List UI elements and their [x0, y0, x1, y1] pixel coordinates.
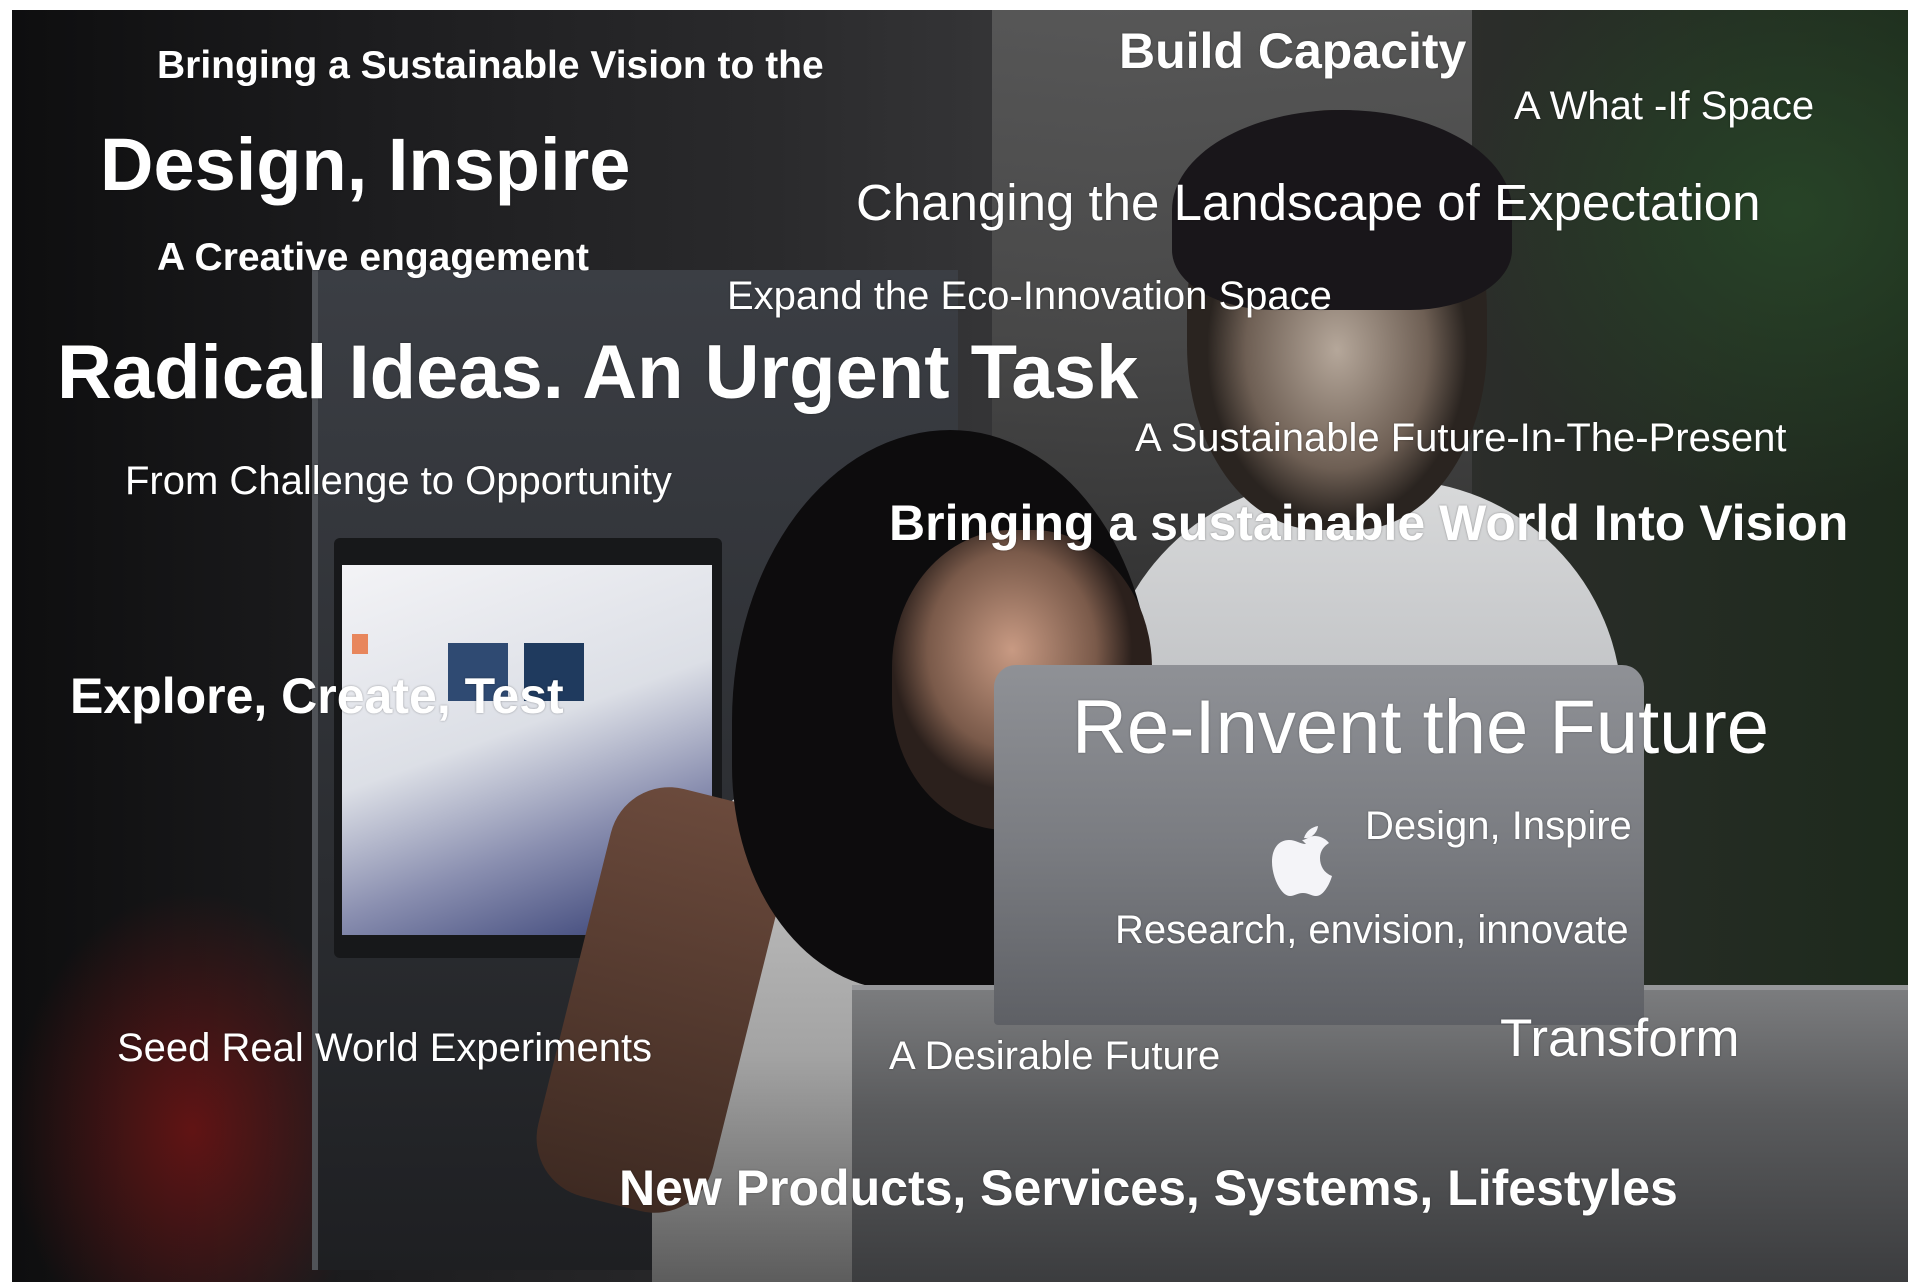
phrase-sustainable-future-present: A Sustainable Future-In-The-Present [1135, 416, 1787, 460]
phrase-sustainable-world-vision: Bringing a sustainable World Into Vision [889, 495, 1849, 551]
phrase-desirable-future: A Desirable Future [889, 1034, 1221, 1078]
phrase-reinvent-future: Re-Invent the Future [1072, 685, 1770, 770]
phrase-design-inspire-small: Design, Inspire [1365, 804, 1632, 848]
apple-logo-icon [1272, 826, 1332, 896]
phrase-new-products: New Products, Services, Systems, Lifesty… [619, 1160, 1678, 1216]
phrase-build-capacity: Build Capacity [1119, 23, 1467, 79]
phrase-seed-experiments: Seed Real World Experiments [117, 1026, 653, 1070]
phrase-changing-landscape: Changing the Landscape of Expectation [856, 174, 1761, 231]
phrase-bringing-vision: Bringing a Sustainable Vision to the [157, 44, 824, 87]
phrase-creative-engagement: A Creative engagement [157, 236, 590, 279]
phrase-radical-ideas: Radical Ideas. An Urgent Task [57, 330, 1139, 415]
phrase-transform: Transform [1500, 1009, 1740, 1068]
phrase-expand-eco: Expand the Eco-Innovation Space [727, 274, 1332, 318]
phrase-explore-create-test: Explore, Create, Test [70, 668, 564, 724]
photo-collage: Bringing a Sustainable Vision to the Bui… [12, 10, 1908, 1282]
phrase-research-envision: Research, envision, innovate [1115, 908, 1629, 952]
monitor-marker [352, 634, 368, 654]
phrase-design-inspire-large: Design, Inspire [100, 123, 631, 206]
phrase-what-if-space: A What -If Space [1514, 84, 1815, 128]
phrase-challenge-opportunity: From Challenge to Opportunity [125, 459, 672, 503]
